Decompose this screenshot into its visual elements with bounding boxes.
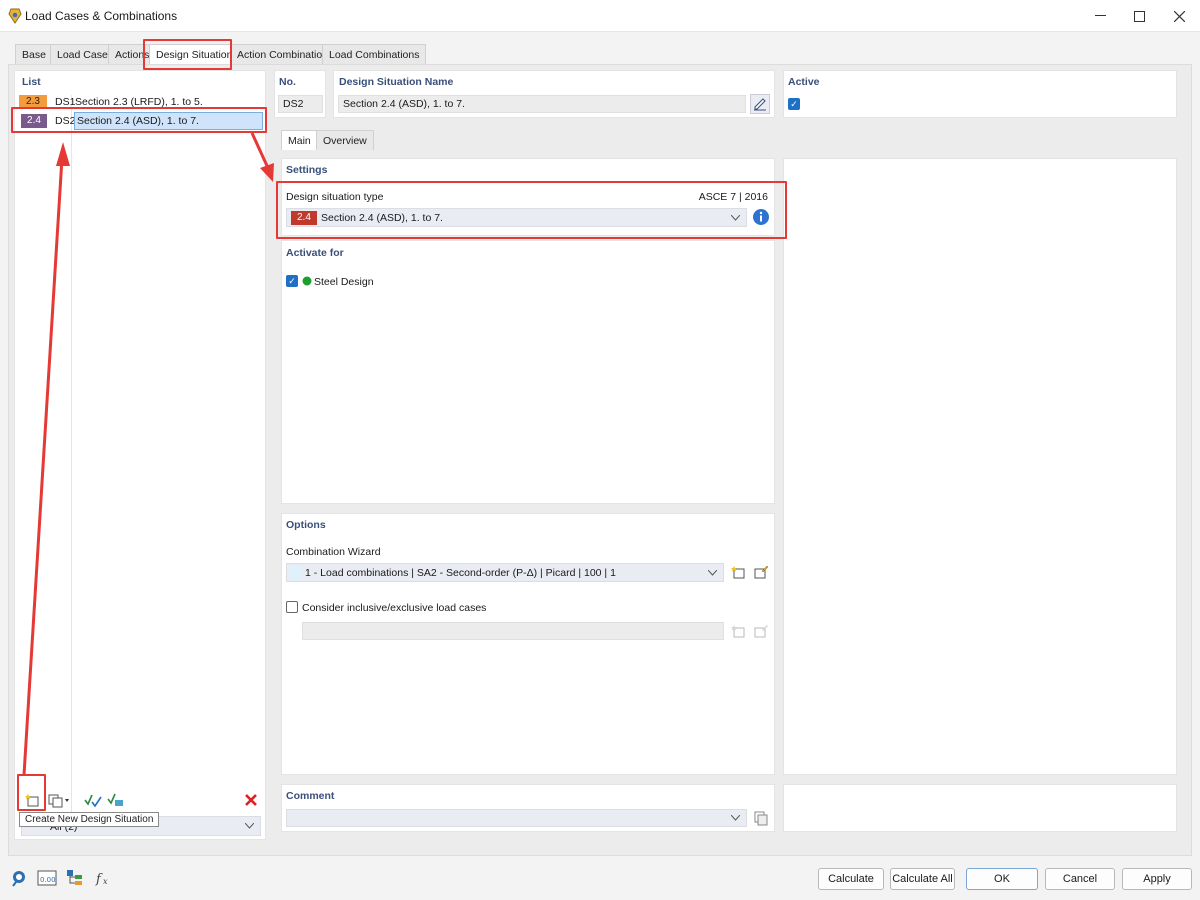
units-icon: 0.00	[37, 870, 57, 886]
footer: 0.00 f x Calculate Calculate All OK Canc…	[0, 858, 1200, 900]
formula-button[interactable]: f x	[93, 868, 113, 888]
arrow-to-list-item	[22, 142, 70, 776]
search-icon	[12, 871, 25, 887]
calculate-button[interactable]: Calculate	[818, 868, 884, 890]
search-tool-button[interactable]	[9, 868, 29, 888]
units-button[interactable]: 0.00	[37, 868, 57, 888]
apply-button[interactable]: Apply	[1122, 868, 1192, 890]
svg-text:f: f	[95, 872, 103, 887]
svg-text:x: x	[103, 877, 108, 886]
model-info-button[interactable]	[65, 868, 85, 888]
annotation-arrows	[22, 132, 274, 776]
formula-icon: f x	[95, 872, 108, 887]
calculate-all-button[interactable]: Calculate All	[890, 868, 955, 890]
arrow-to-settings	[250, 132, 274, 182]
cancel-button[interactable]: Cancel	[1045, 868, 1115, 890]
ok-button[interactable]: OK	[966, 868, 1038, 890]
tree-icon	[67, 870, 82, 885]
svg-text:0.00: 0.00	[40, 876, 56, 884]
